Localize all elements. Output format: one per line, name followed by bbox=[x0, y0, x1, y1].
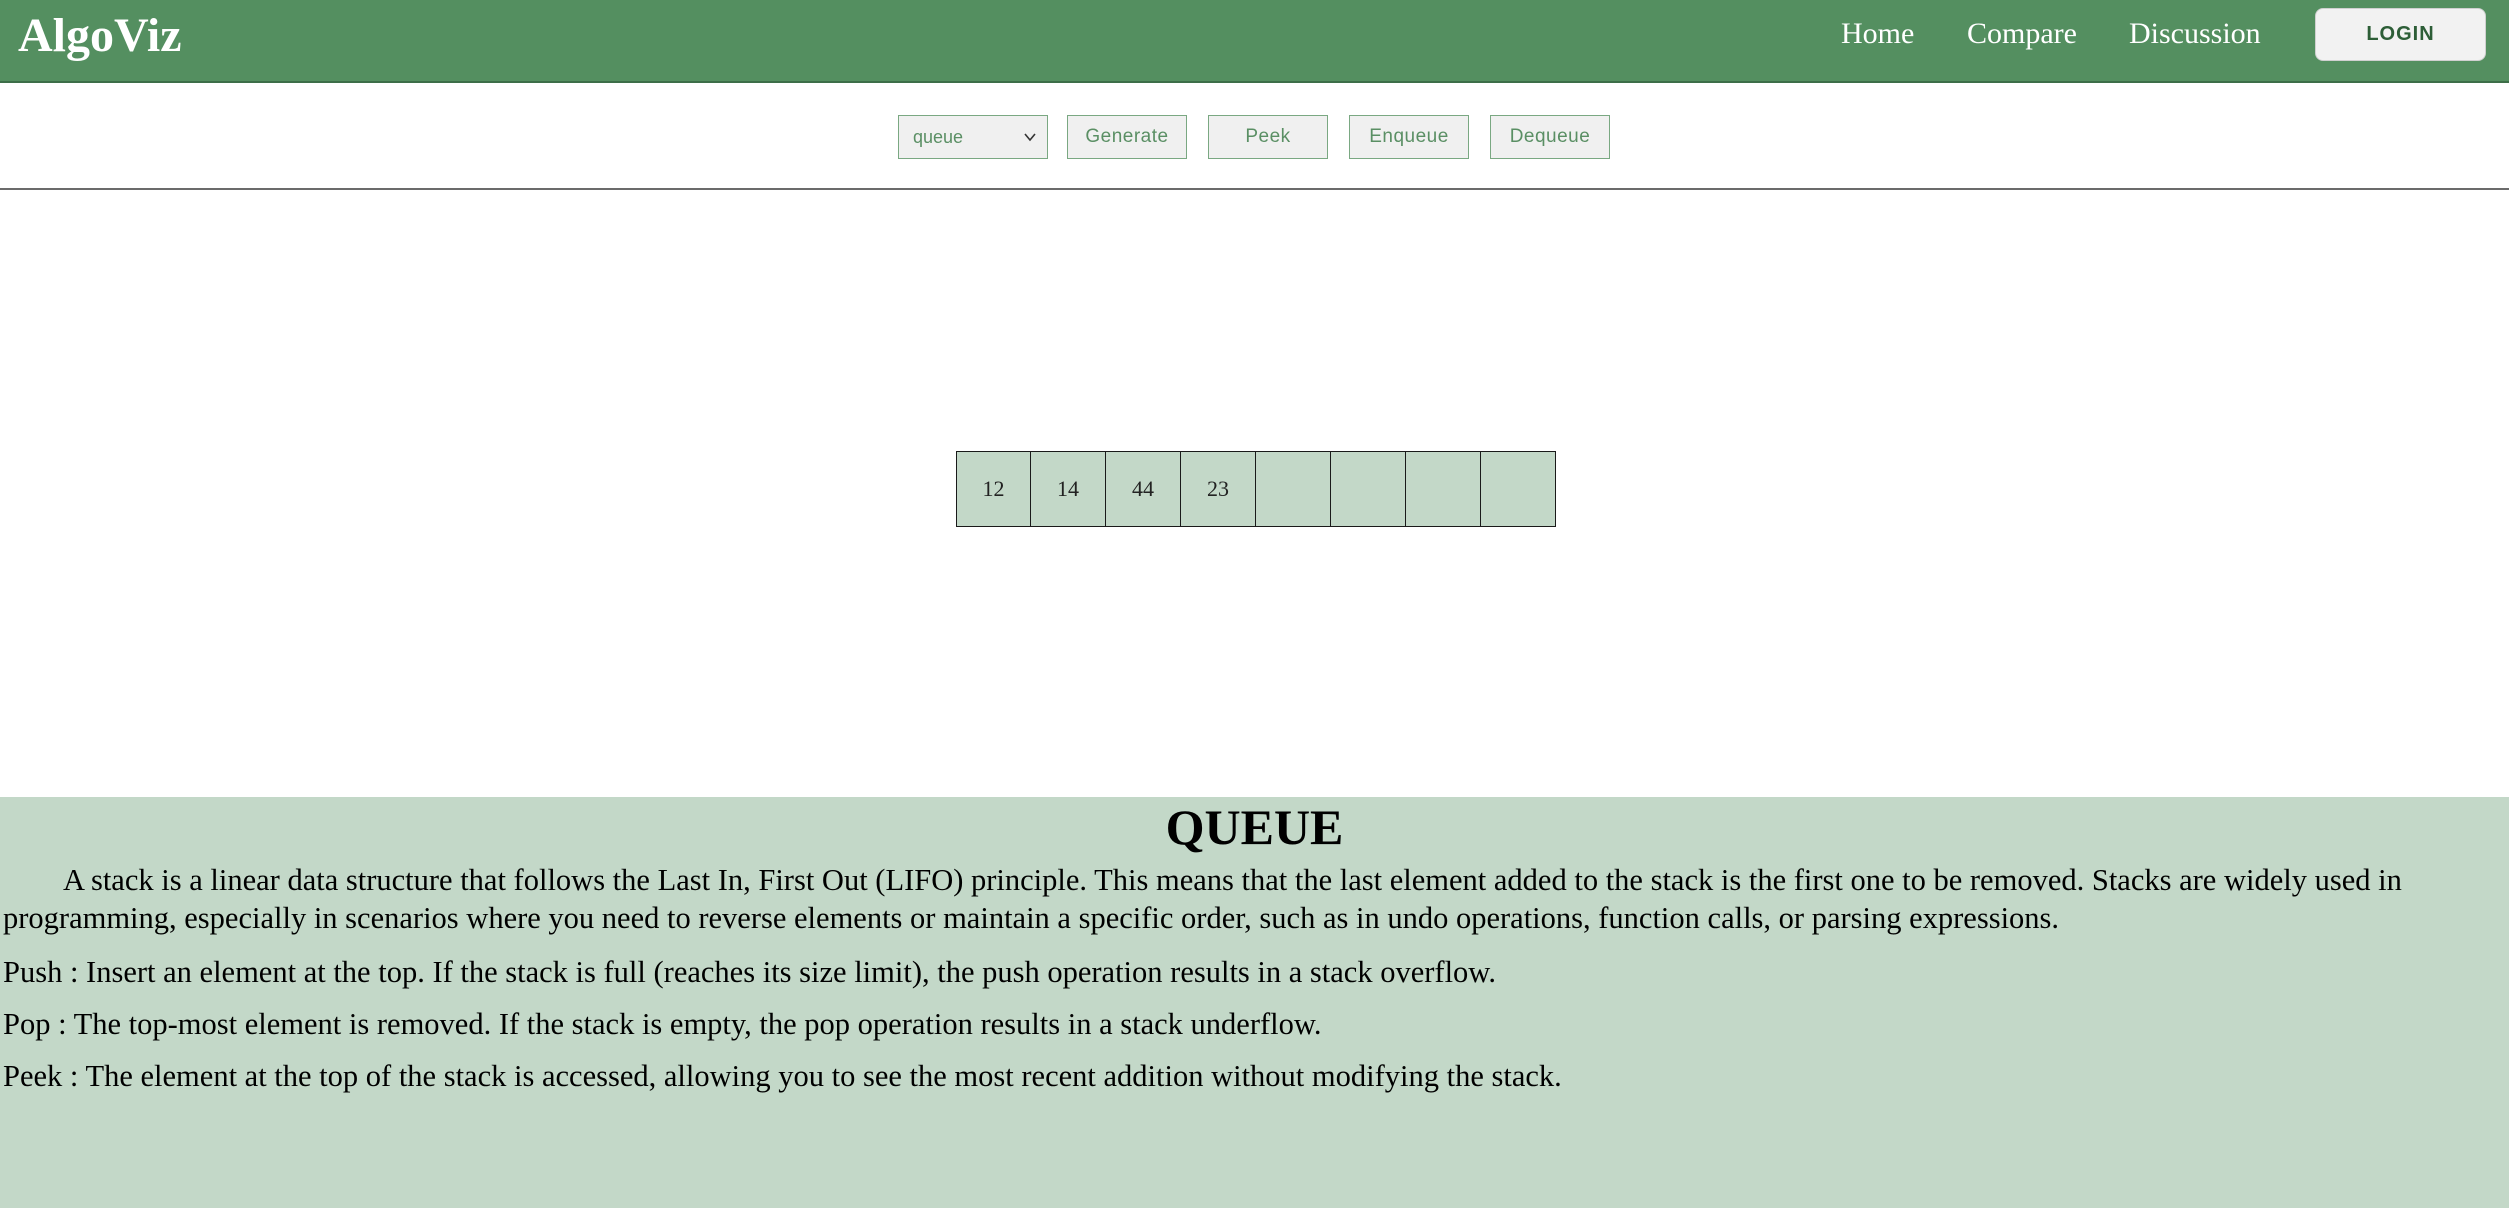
login-button[interactable]: LOGIN bbox=[2315, 8, 2486, 61]
nav-link-compare[interactable]: Compare bbox=[1967, 16, 2077, 52]
data-structure-select[interactable]: queue bbox=[898, 115, 1048, 159]
chevron-down-icon bbox=[1024, 133, 1036, 142]
queue-cell: 14 bbox=[1031, 451, 1106, 527]
info-section: QUEUE A stack is a linear data structure… bbox=[0, 797, 2509, 1208]
push-description: Push : Insert an element at the top. If … bbox=[3, 955, 1496, 989]
select-value: queue bbox=[913, 127, 964, 147]
queue-cell bbox=[1406, 451, 1481, 527]
queue-cell: 12 bbox=[956, 451, 1031, 527]
enqueue-button[interactable]: Enqueue bbox=[1349, 115, 1469, 159]
queue-cell bbox=[1256, 451, 1331, 527]
info-title: QUEUE bbox=[1165, 799, 1344, 855]
peek-description: Peek : The element at the top of the sta… bbox=[3, 1059, 1562, 1093]
dequeue-button[interactable]: Dequeue bbox=[1490, 115, 1610, 159]
pop-description: Pop : The top-most element is removed. I… bbox=[3, 1007, 1322, 1041]
queue-array: 12 14 44 23 bbox=[956, 451, 1556, 527]
queue-cell bbox=[1331, 451, 1406, 527]
brand-logo[interactable]: AlgoViz bbox=[18, 8, 182, 64]
queue-cell bbox=[1481, 451, 1556, 527]
nav-link-discussion[interactable]: Discussion bbox=[2129, 16, 2261, 52]
peek-button[interactable]: Peek bbox=[1208, 115, 1328, 159]
visualization-area: 12 14 44 23 bbox=[0, 190, 2509, 797]
generate-button[interactable]: Generate bbox=[1067, 115, 1187, 159]
navbar: AlgoViz Home Compare Discussion LOGIN bbox=[0, 0, 2509, 83]
queue-cell: 23 bbox=[1181, 451, 1256, 527]
nav-link-home[interactable]: Home bbox=[1841, 16, 1914, 52]
queue-cell: 44 bbox=[1106, 451, 1181, 527]
info-description: A stack is a linear data structure that … bbox=[3, 863, 2402, 935]
toolbar: queue Generate Peek Enqueue Dequeue bbox=[0, 83, 2509, 190]
